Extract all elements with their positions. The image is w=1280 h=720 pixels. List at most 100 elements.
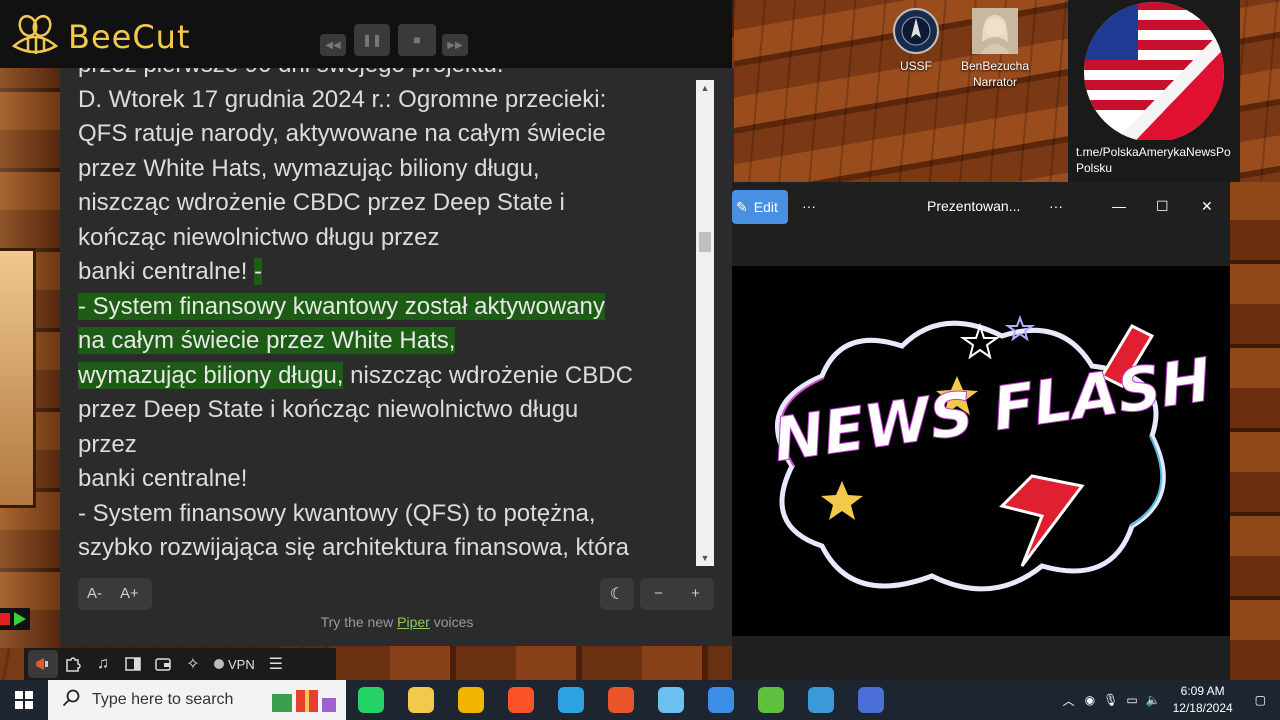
vpn-toggle[interactable]: VPN — [208, 657, 261, 672]
moon-icon: ☾ — [609, 586, 625, 603]
reader-line-text: QFS ratuje narody, aktywowane na całym ś… — [78, 120, 606, 147]
paint-icon — [608, 687, 634, 713]
start-button[interactable] — [0, 680, 48, 720]
font-decrease-button[interactable]: A- — [78, 578, 111, 610]
reader-line: przez pierwsze 90 dni swojego projektu. — [78, 68, 692, 83]
desktop-icon-benbezucha[interactable]: BenBezucha Narrator — [956, 8, 1034, 90]
search-placeholder: Type here to search — [92, 691, 234, 708]
reader-line: na całym świecie przez White Hats, — [78, 324, 692, 359]
desktop-icon-label: BenBezucha Narrator — [960, 59, 1030, 89]
desktop-icon-label: USSF — [899, 59, 932, 73]
reader-text-area[interactable]: przez pierwsze 90 dni swojego projektu. D… — [78, 68, 692, 566]
taskbar-app-video-player[interactable] — [696, 680, 746, 720]
mini-app-icons[interactable] — [0, 608, 30, 630]
telegram-icon — [558, 687, 584, 713]
reader-line: kończąc niewolnictwo długu przez — [78, 221, 692, 256]
speed-minus-button[interactable]: − — [645, 578, 672, 610]
reader-line: przez — [78, 428, 692, 463]
cloud-app-icon — [758, 687, 784, 713]
reader-line-text: banki centralne! — [78, 465, 248, 492]
desktop-wallpaper-right — [1230, 182, 1280, 680]
reader-line: QFS ratuje narody, aktywowane na całym ś… — [78, 117, 692, 152]
more-options-icon[interactable]: ··· — [802, 198, 816, 214]
dark-mode-button[interactable]: ☾ — [600, 578, 634, 610]
music-icon[interactable]: ♫ — [88, 650, 118, 678]
viewer-toolbar — [732, 232, 1230, 266]
piper-link[interactable]: Piper — [397, 614, 430, 630]
title-more-icon[interactable]: ··· — [1049, 198, 1063, 214]
viewer-titlebar: ✎ Edit ··· Prezentowan... ··· — ☐ ✕ — [732, 182, 1230, 232]
ussf-logo-icon — [893, 8, 939, 54]
taskbar-app-telegram[interactable] — [546, 680, 596, 720]
reader-line: przez Deep State i kończąc niewolnictwo … — [78, 393, 692, 428]
desktop-icon-ussf[interactable]: USSF — [888, 8, 944, 74]
reader-line: szybko rozwijająca się architektura fina… — [78, 531, 692, 566]
viewer-title: Prezentowan... — [927, 198, 1021, 214]
edit-button[interactable]: ✎ Edit — [732, 190, 788, 224]
viewer-filmstrip — [732, 636, 1230, 680]
taskbar-app-beecut[interactable] — [446, 680, 496, 720]
vertical-scrollbar[interactable]: ▲ ▼ — [696, 80, 714, 566]
font-increase-button[interactable]: A+ — [111, 578, 148, 610]
reader-line-text: przez White Hats, wymazując biliony dług… — [78, 154, 540, 182]
app-name: BeeCut — [68, 18, 191, 56]
promo-image: t.me/PolskaAmerykaNewsPo Polsku — [1068, 0, 1240, 182]
reader-line-text: na całym świecie przez White Hats, — [78, 327, 456, 354]
taskbar-search[interactable]: Type here to search — [48, 680, 346, 720]
clock[interactable]: 6:09 AM 12/18/2024 — [1165, 683, 1241, 717]
reader-line-text: przez pierwsze 90 dni swojego projektu. — [78, 68, 504, 78]
gifts-icon — [270, 686, 340, 719]
megaphone-icon[interactable] — [28, 650, 58, 678]
taskbar-app-notepad[interactable] — [646, 680, 696, 720]
taskbar-app-chrome-like[interactable] — [846, 680, 896, 720]
notification-icon[interactable]: ▢ — [1241, 693, 1280, 707]
reader-line-text: - System finansowy kwantowy został aktyw… — [78, 292, 605, 320]
reader-line: banki centralne! — [78, 462, 692, 497]
scroll-thumb[interactable] — [699, 232, 711, 252]
video-player-icon — [708, 687, 734, 713]
vpn-label: VPN — [228, 656, 255, 672]
tray-app-icon[interactable]: ◉ — [1081, 693, 1099, 707]
menu-icon[interactable]: ☰ — [261, 650, 291, 678]
browser-sidebar-toolbar: ♫ ✧ VPN ☰ — [24, 648, 336, 680]
reader-line: D. Wtorek 17 grudnia 2024 r.: Ogromne pr… — [78, 83, 692, 118]
wallet-icon[interactable] — [148, 650, 178, 678]
reader-line-text: przez Deep State i kończąc niewolnictwo … — [78, 396, 579, 423]
stop-button[interactable]: ■ — [398, 24, 436, 56]
puzzle-icon[interactable] — [58, 650, 88, 678]
reader-line-text: kończąc niewolnictwo długu przez — [78, 223, 440, 251]
taskbar-app-whatsapp[interactable] — [346, 680, 396, 720]
volume-icon[interactable]: 🔈 — [1142, 693, 1165, 707]
speed-plus-button[interactable]: + — [682, 578, 709, 610]
taskbar-app-photos[interactable] — [796, 680, 846, 720]
reader-line-text: - System finansowy kwantowy (QFS) to pot… — [78, 499, 596, 527]
news-flash-text: NEWS FLASH — [769, 345, 1215, 476]
network-icon[interactable]: ▭ — [1122, 693, 1141, 707]
taskbar-app-cloud-app[interactable] — [746, 680, 796, 720]
rewind-button[interactable]: ◀◀ — [320, 34, 346, 56]
pause-button[interactable]: ❚❚ — [354, 24, 390, 56]
sparkle-icon[interactable]: ✧ — [178, 650, 208, 678]
microphone-icon[interactable]: 🎙 — [1099, 693, 1122, 707]
scroll-down-icon[interactable]: ▼ — [696, 550, 714, 566]
us-poland-flag-icon — [1084, 2, 1224, 140]
minimize-button[interactable]: — — [1112, 198, 1126, 214]
sidebar-icon[interactable] — [118, 650, 148, 678]
reader-line-text: przez — [78, 430, 137, 458]
edit-label: Edit — [753, 199, 778, 215]
piper-promo: Try the new Piper voices — [60, 614, 734, 630]
system-tray: ︿ ◉ 🎙 ▭ 🔈 6:09 AM 12/18/2024 ▢ — [1057, 680, 1280, 720]
taskbar-app-brave[interactable] — [496, 680, 546, 720]
taskbar-apps — [346, 680, 896, 720]
forward-button[interactable]: ▶▶ — [442, 34, 468, 56]
reader-line: banki centralne! - — [78, 255, 692, 290]
maximize-button[interactable]: ☐ — [1156, 198, 1169, 215]
taskbar-app-file-explorer[interactable] — [396, 680, 446, 720]
taskbar-app-paint[interactable] — [596, 680, 646, 720]
reader-line-rest: niszcząc wdrożenie CBDC — [343, 361, 633, 389]
tray-chevron-icon[interactable]: ︿ — [1057, 692, 1081, 709]
scroll-up-icon[interactable]: ▲ — [696, 80, 714, 96]
reader-line: niszcząc wdrożenie CBDC przez Deep State… — [78, 186, 692, 221]
close-button[interactable]: ✕ — [1201, 198, 1213, 215]
clock-time: 6:09 AM — [1180, 684, 1225, 698]
